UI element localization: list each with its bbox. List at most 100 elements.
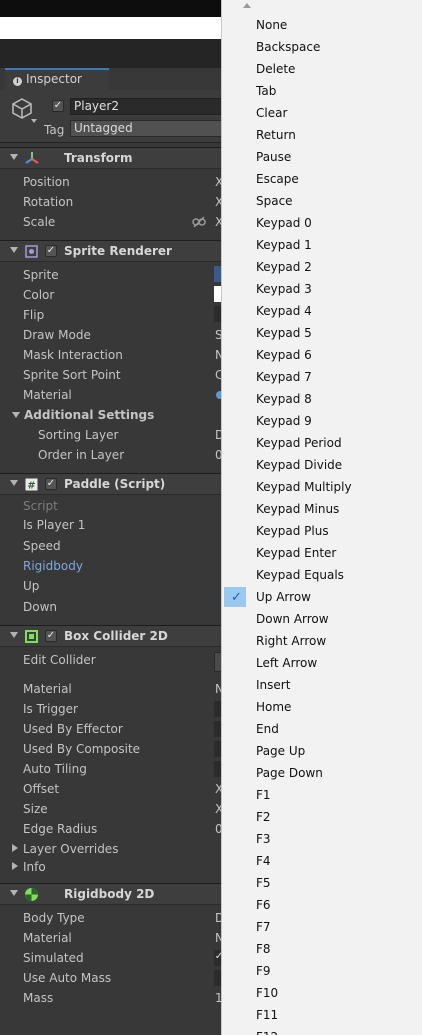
paddle-script-enabled-checkbox[interactable]: ✓ <box>45 478 57 490</box>
mask-interaction-label: Mask Interaction <box>23 348 123 362</box>
dropdown-option[interactable]: Down Arrow <box>222 608 422 630</box>
dropdown-option[interactable]: Pause <box>222 146 422 168</box>
dropdown-option-label: F2 <box>256 810 271 824</box>
paddle-script-title: Paddle (Script) <box>64 477 166 491</box>
dropdown-option[interactable]: Keypad Enter <box>222 542 422 564</box>
box-collider-enabled-checkbox[interactable]: ✓ <box>45 630 57 642</box>
dropdown-option[interactable]: Keypad Period <box>222 432 422 454</box>
dropdown-option[interactable]: Space <box>222 190 422 212</box>
dropdown-option-label: F4 <box>256 854 271 868</box>
rotation-label: Rotation <box>23 195 74 209</box>
dropdown-option[interactable]: Page Down <box>222 762 422 784</box>
dropdown-option[interactable]: F3 <box>222 828 422 850</box>
size-label: Size <box>23 802 48 816</box>
dropdown-option-label: Left Arrow <box>256 656 318 670</box>
additional-settings-label[interactable]: Additional Settings <box>24 408 154 422</box>
rigidbody-material-label: Material <box>23 931 72 945</box>
scroll-up-arrow-icon[interactable] <box>243 3 251 8</box>
dropdown-option[interactable]: F11 <box>222 1004 422 1026</box>
dropdown-option[interactable]: None <box>222 14 422 36</box>
svg-text:#: # <box>27 481 35 492</box>
dropdown-option-label: F8 <box>256 942 271 956</box>
down-label: Down <box>23 600 58 614</box>
layer-overrides-foldout-icon[interactable] <box>12 844 18 852</box>
dropdown-option[interactable]: F8 <box>222 938 422 960</box>
dropdown-option-label: Down Arrow <box>256 612 329 626</box>
tag-label: Tag <box>44 123 65 137</box>
dropdown-option[interactable]: Clear <box>222 102 422 124</box>
dropdown-option[interactable]: F7 <box>222 916 422 938</box>
dropdown-option[interactable]: F5 <box>222 872 422 894</box>
foldout-arrow-icon[interactable] <box>10 480 18 486</box>
tab-inspector[interactable]: i Inspector <box>5 68 109 90</box>
foldout-arrow-icon[interactable] <box>10 154 18 160</box>
dropdown-option-label: Keypad 2 <box>256 260 312 274</box>
dropdown-option[interactable]: Keypad 4 <box>222 300 422 322</box>
layer-overrides-label[interactable]: Layer Overrides <box>23 842 118 856</box>
tag-dropdown[interactable]: Untagged <box>70 120 230 137</box>
dropdown-option[interactable]: Return <box>222 124 422 146</box>
dropdown-option-label: End <box>256 722 279 736</box>
info-foldout-icon[interactable] <box>12 862 18 870</box>
dropdown-option[interactable]: F12 <box>222 1026 422 1035</box>
dropdown-option[interactable]: Tab <box>222 80 422 102</box>
info-label[interactable]: Info <box>23 860 46 874</box>
dropdown-option[interactable]: Home <box>222 696 422 718</box>
dropdown-option[interactable]: F4 <box>222 850 422 872</box>
dropdown-option[interactable]: Keypad Equals <box>222 564 422 586</box>
dropdown-option[interactable]: F1 <box>222 784 422 806</box>
dropdown-option[interactable]: F10 <box>222 982 422 1004</box>
additional-settings-foldout-icon[interactable] <box>12 412 20 418</box>
dropdown-option[interactable]: Right Arrow <box>222 630 422 652</box>
dropdown-option[interactable]: Keypad Plus <box>222 520 422 542</box>
foldout-arrow-icon[interactable] <box>10 890 18 896</box>
dropdown-option[interactable]: F6 <box>222 894 422 916</box>
dropdown-option[interactable]: Left Arrow <box>222 652 422 674</box>
icon-dropdown-icon[interactable] <box>31 119 37 123</box>
info-icon: i <box>13 77 22 86</box>
dropdown-option-label: F7 <box>256 920 271 934</box>
dropdown-option[interactable]: Page Up <box>222 740 422 762</box>
foldout-arrow-icon[interactable] <box>10 247 18 253</box>
dropdown-option[interactable]: Keypad 8 <box>222 388 422 410</box>
active-checkbox[interactable]: ✓ <box>52 100 64 112</box>
dropdown-option[interactable]: Keypad 7 <box>222 366 422 388</box>
dropdown-option-label: Home <box>256 700 292 714</box>
transform-title: Transform <box>64 151 133 165</box>
dropdown-option[interactable]: Keypad Multiply <box>222 476 422 498</box>
dropdown-option[interactable]: Keypad 6 <box>222 344 422 366</box>
dropdown-option[interactable]: F2 <box>222 806 422 828</box>
dropdown-option[interactable]: Keypad 9 <box>222 410 422 432</box>
dropdown-option[interactable]: Insert <box>222 674 422 696</box>
dropdown-option[interactable]: Keypad 1 <box>222 234 422 256</box>
color-label: Color <box>23 288 55 302</box>
draw-mode-label: Draw Mode <box>23 328 91 342</box>
dropdown-option[interactable]: Keypad Divide <box>222 454 422 476</box>
dropdown-option-label: Keypad 1 <box>256 238 312 252</box>
mass-label: Mass <box>23 991 54 1005</box>
dropdown-option[interactable]: Keypad 2 <box>222 256 422 278</box>
dropdown-option[interactable]: Escape <box>222 168 422 190</box>
dropdown-option[interactable]: Backspace <box>222 36 422 58</box>
dropdown-option[interactable]: Keypad 3 <box>222 278 422 300</box>
dropdown-option[interactable]: Keypad 5 <box>222 322 422 344</box>
rigidbody-2d-title: Rigidbody 2D <box>64 887 155 901</box>
dropdown-option[interactable]: Delete <box>222 58 422 80</box>
used-by-effector-label: Used By Effector <box>23 722 123 736</box>
dropdown-option[interactable]: Keypad Minus <box>222 498 422 520</box>
foldout-arrow-icon[interactable] <box>10 632 18 638</box>
dropdown-option[interactable]: F9 <box>222 960 422 982</box>
constrain-link-icon[interactable] <box>192 216 206 228</box>
dropdown-option[interactable]: Keypad 0 <box>222 212 422 234</box>
keycode-dropdown-menu[interactable]: None Backspace Delete Tab Clear Return Pause Es… <box>221 0 422 1035</box>
tab-inspector-label: Inspector <box>26 72 82 86</box>
simulated-label: Simulated <box>23 951 84 965</box>
sprite-renderer-enabled-checkbox[interactable]: ✓ <box>45 245 57 257</box>
object-name-field[interactable]: Player2 <box>70 98 230 115</box>
dropdown-option-label: F6 <box>256 898 271 912</box>
is-player-1-label: Is Player 1 <box>23 518 86 532</box>
dropdown-option[interactable]: End <box>222 718 422 740</box>
dropdown-option-label: Space <box>256 194 293 208</box>
gameobject-cube-icon[interactable] <box>10 96 34 120</box>
dropdown-option[interactable]: ✓ Up Arrow <box>222 586 422 608</box>
